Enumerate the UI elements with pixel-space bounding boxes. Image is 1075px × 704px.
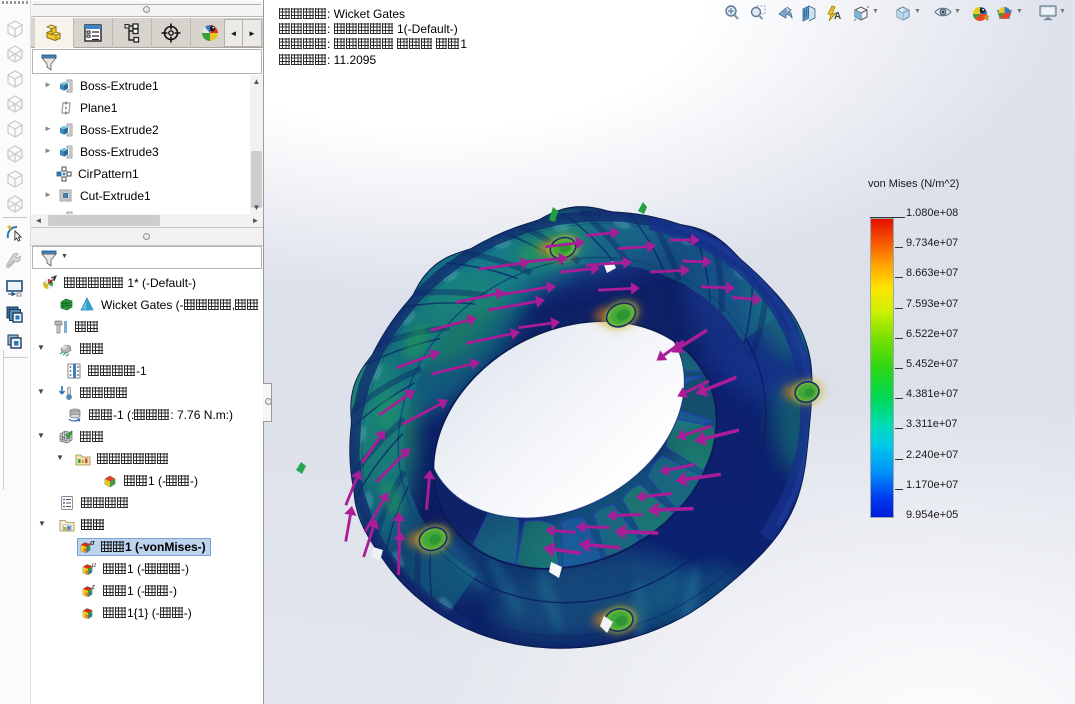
svg-text:σ: σ	[90, 540, 95, 547]
svg-text:ε: ε	[92, 584, 96, 591]
svg-text:A: A	[834, 11, 841, 22]
svg-text:u: u	[92, 562, 96, 569]
